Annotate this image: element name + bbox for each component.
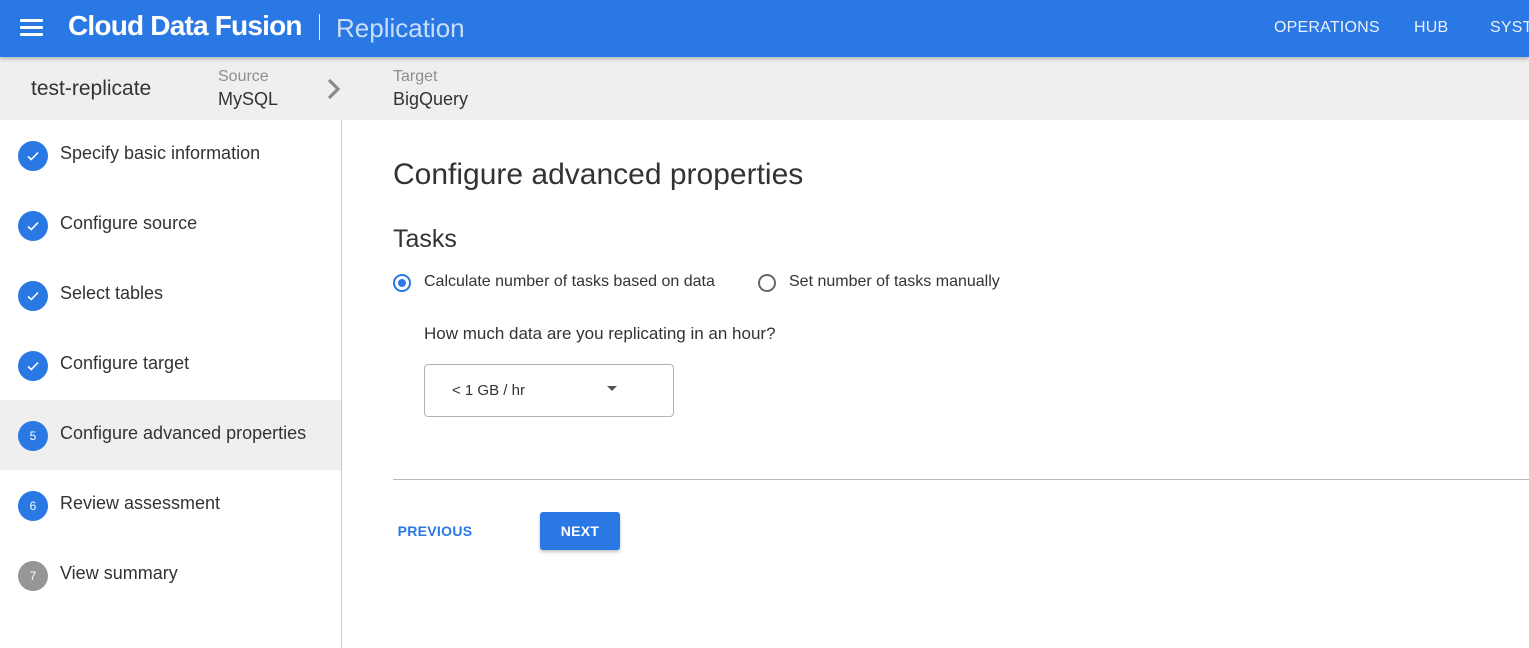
step-done-badge (18, 211, 48, 241)
source-label: Source (218, 68, 269, 85)
radio-unchecked-icon[interactable] (758, 274, 776, 292)
pipeline-name: test-replicate (31, 77, 152, 100)
app-bar: Cloud Data Fusion Replication OPERATIONS… (0, 0, 1529, 57)
nav-system[interactable]: SYSTEM (1490, 19, 1529, 37)
step-specify-basic-information[interactable]: Specify basic information (0, 120, 341, 190)
step-done-badge (18, 351, 48, 381)
step-label: Configure source (60, 213, 198, 233)
step-number-badge: 5 (18, 421, 48, 451)
section-title-tasks: Tasks (393, 225, 457, 253)
step-label: View summary (60, 563, 178, 583)
brand-title[interactable]: Cloud Data Fusion (68, 10, 303, 42)
step-label: Specify basic information (60, 143, 261, 163)
check-icon (27, 361, 39, 371)
main-content: Configure advanced properties Tasks Calc… (343, 120, 1529, 648)
radio-calculate-tasks[interactable]: Calculate number of tasks based on data (393, 273, 723, 295)
radio-checked-icon[interactable] (393, 274, 411, 292)
check-icon (27, 291, 39, 301)
target-label: Target (393, 68, 438, 85)
step-label: Select tables (60, 283, 164, 303)
step-configure-advanced-properties[interactable]: 5 Configure advanced properties (0, 400, 341, 470)
step-done-badge (18, 141, 48, 171)
nav-operations[interactable]: OPERATIONS (1274, 19, 1380, 37)
radio-label: Calculate number of tasks based on data (424, 273, 715, 290)
step-label: Configure advanced properties (60, 423, 307, 443)
check-icon (27, 151, 39, 161)
caret-down-icon (607, 386, 617, 391)
step-label: Configure target (60, 353, 190, 373)
nav-hub[interactable]: HUB (1414, 19, 1448, 37)
target-value: BigQuery (393, 89, 469, 109)
data-rate-selected-value: < 1 GB / hr (452, 382, 525, 399)
step-review-assessment[interactable]: 6 Review assessment (0, 470, 341, 540)
product-name: Replication (336, 13, 465, 43)
divider (393, 479, 1529, 480)
previous-button[interactable]: PREVIOUS (393, 513, 477, 549)
menu-icon[interactable] (20, 18, 44, 38)
source-value: MySQL (218, 89, 279, 109)
radio-label: Set number of tasks manually (789, 273, 1000, 290)
data-rate-question: How much data are you replicating in an … (424, 324, 776, 343)
step-configure-source[interactable]: Configure source (0, 190, 341, 260)
step-configure-target[interactable]: Configure target (0, 330, 341, 400)
step-label: Review assessment (60, 493, 221, 513)
step-select-tables[interactable]: Select tables (0, 260, 341, 330)
next-button[interactable]: NEXT (540, 512, 620, 550)
step-view-summary[interactable]: 7 View summary (0, 540, 341, 610)
page-title: Configure advanced properties (393, 158, 804, 191)
radio-set-tasks-manually[interactable]: Set number of tasks manually (758, 273, 1008, 295)
pipeline-header: test-replicate Source MySQL Target BigQu… (0, 57, 1529, 120)
data-rate-select[interactable]: < 1 GB / hr (424, 364, 674, 417)
brand-separator (319, 14, 320, 40)
step-number-badge: 6 (18, 491, 48, 521)
step-number-badge: 7 (18, 561, 48, 591)
step-done-badge (18, 281, 48, 311)
steps-sidebar: Specify basic information Configure sour… (0, 120, 342, 648)
check-icon (27, 221, 39, 231)
chevron-right-icon (327, 78, 341, 100)
